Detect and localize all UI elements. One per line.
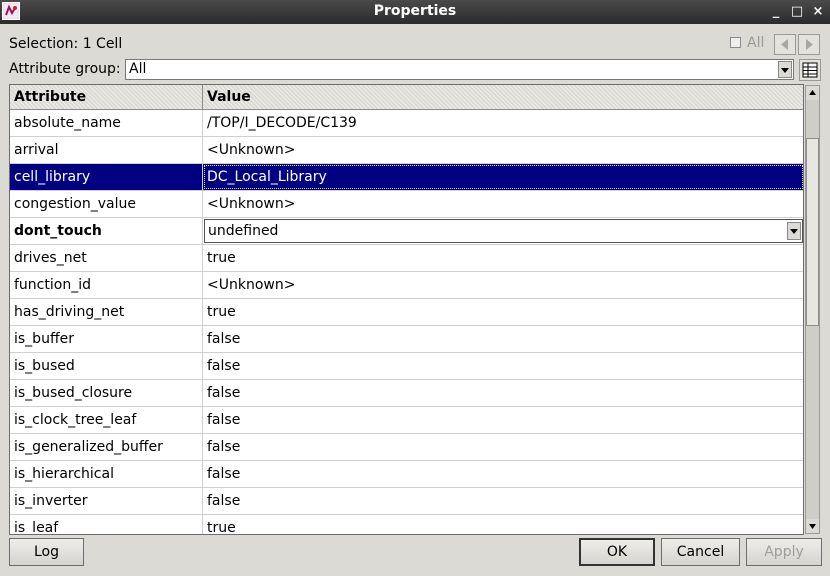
- value-select-current: undefined: [208, 223, 279, 239]
- value-cell: <Unknown>: [207, 277, 296, 293]
- app-logo-icon[interactable]: [2, 2, 20, 20]
- table-row[interactable]: is_clock_tree_leaf false: [10, 407, 803, 434]
- table-view-button[interactable]: [799, 59, 821, 81]
- value-select[interactable]: undefined: [204, 219, 803, 243]
- arrow-left-icon: [781, 39, 788, 50]
- table-row-editing[interactable]: dont_touch undefined: [10, 218, 803, 245]
- table-row[interactable]: is_inverter false: [10, 488, 803, 515]
- vertical-scrollbar[interactable]: [805, 85, 820, 534]
- value-cell: true: [207, 304, 236, 320]
- value-cell: <Unknown>: [207, 142, 296, 158]
- attribute-cell: arrival: [10, 137, 203, 163]
- attribute-group-value: All: [129, 61, 147, 77]
- column-header-attribute[interactable]: Attribute: [10, 85, 203, 109]
- selection-info: Selection: 1 Cell: [9, 36, 122, 52]
- attribute-cell: is_hierarchical: [10, 461, 203, 487]
- minimize-button[interactable]: _: [766, 0, 786, 24]
- table-row[interactable]: arrival <Unknown>: [10, 137, 803, 164]
- value-cell: false: [207, 439, 241, 455]
- table-row[interactable]: is_bused false: [10, 353, 803, 380]
- table-view-icon: [802, 62, 818, 78]
- value-cell: DC_Local_Library: [203, 164, 803, 190]
- selection-label: Selection:: [9, 36, 79, 52]
- scrollbar-thumb[interactable]: [806, 138, 819, 326]
- arrow-right-icon: [806, 39, 813, 50]
- attribute-cell: is_leaf: [10, 515, 203, 534]
- table-row[interactable]: has_driving_net true: [10, 299, 803, 326]
- column-header-value[interactable]: Value: [203, 85, 803, 109]
- value-dropdown-button[interactable]: [787, 222, 801, 240]
- attribute-cell: congestion_value: [10, 191, 203, 217]
- table-row-selected[interactable]: cell_library DC_Local_Library: [10, 164, 803, 191]
- previous-button[interactable]: [774, 34, 796, 55]
- window-title: Properties: [373, 3, 457, 19]
- properties-table: Attribute Value absolute_name /TOP/I_DEC…: [9, 84, 804, 535]
- table-row[interactable]: is_hierarchical false: [10, 461, 803, 488]
- attribute-group-label: Attribute group:: [9, 61, 121, 77]
- attribute-cell: is_bused_closure: [10, 380, 203, 406]
- show-all-label: All: [747, 35, 765, 51]
- value-cell: false: [207, 493, 241, 509]
- chevron-down-icon: [790, 229, 798, 234]
- scroll-up-icon: [809, 90, 816, 95]
- attribute-group-dropdown-button[interactable]: [778, 61, 792, 78]
- value-cell: false: [207, 331, 241, 347]
- scroll-up-button[interactable]: [806, 86, 819, 100]
- value-cell: false: [207, 466, 241, 482]
- attribute-cell: is_generalized_buffer: [10, 434, 203, 460]
- close-button[interactable]: ×: [808, 0, 828, 24]
- table-row[interactable]: function_id <Unknown>: [10, 272, 803, 299]
- attribute-cell: is_buffer: [10, 326, 203, 352]
- value-cell: true: [207, 520, 236, 535]
- attribute-cell: cell_library: [10, 164, 203, 190]
- value-cell: false: [207, 358, 241, 374]
- attribute-cell: absolute_name: [10, 110, 203, 136]
- apply-button[interactable]: Apply: [746, 538, 822, 566]
- log-button[interactable]: Log: [9, 538, 84, 566]
- table-header: Attribute Value: [10, 85, 803, 110]
- cancel-button[interactable]: Cancel: [661, 538, 740, 566]
- next-button[interactable]: [798, 34, 820, 55]
- value-cell: false: [207, 412, 241, 428]
- attribute-cell: is_bused: [10, 353, 203, 379]
- ok-button[interactable]: OK: [579, 538, 655, 566]
- value-cell: /TOP/I_DECODE/C139: [207, 115, 357, 131]
- maximize-button[interactable]: □: [787, 0, 807, 24]
- value-cell: false: [207, 385, 241, 401]
- selection-value: 1 Cell: [82, 36, 123, 52]
- table-row[interactable]: absolute_name /TOP/I_DECODE/C139: [10, 110, 803, 137]
- attribute-group-select[interactable]: All: [125, 59, 794, 80]
- table-row[interactable]: is_generalized_buffer false: [10, 434, 803, 461]
- table-row[interactable]: congestion_value <Unknown>: [10, 191, 803, 218]
- attribute-cell: drives_net: [10, 245, 203, 271]
- attribute-cell: function_id: [10, 272, 203, 298]
- table-row[interactable]: is_bused_closure false: [10, 380, 803, 407]
- scroll-down-button[interactable]: [806, 519, 819, 533]
- attribute-cell: is_clock_tree_leaf: [10, 407, 203, 433]
- scroll-down-icon: [809, 524, 816, 529]
- attribute-cell: dont_touch: [10, 218, 203, 244]
- table-row[interactable]: is_buffer false: [10, 326, 803, 353]
- value-cell: true: [207, 250, 236, 266]
- attribute-cell: has_driving_net: [10, 299, 203, 325]
- show-all-checkbox[interactable]: [730, 37, 741, 48]
- table-row[interactable]: drives_net true: [10, 245, 803, 272]
- table-row[interactable]: is_leaf true: [10, 515, 803, 535]
- value-cell: <Unknown>: [207, 196, 296, 212]
- title-bar: Properties _ □ ×: [0, 0, 830, 24]
- attribute-cell: is_inverter: [10, 488, 203, 514]
- chevron-down-icon: [781, 68, 789, 73]
